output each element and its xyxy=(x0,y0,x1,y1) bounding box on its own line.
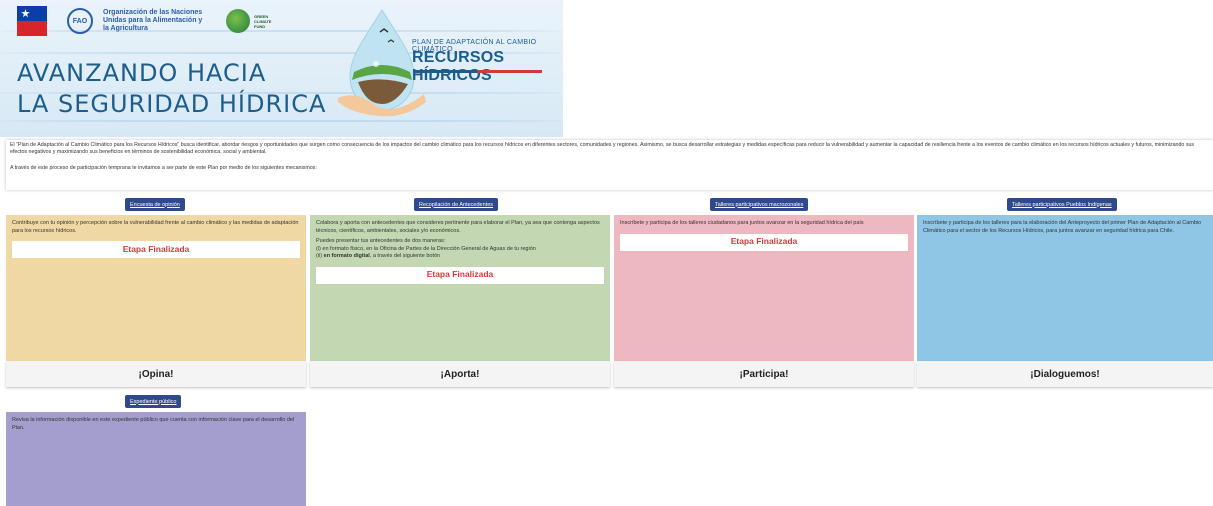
opina-footer[interactable]: ¡Opina! xyxy=(6,361,306,387)
dialoguemos-footer[interactable]: ¡Dialoguemos! xyxy=(917,361,1213,387)
logos-row: FAO Organización de las Naciones Unidas … xyxy=(17,6,274,36)
recopilacion-antecedentes-button[interactable]: Recopilación de Antecedentes xyxy=(414,198,498,211)
hero-title: AVANZANDO HACIA LA SEGURIDAD HÍDRICA xyxy=(17,58,326,120)
status-badge: Etapa Finalizada xyxy=(316,266,604,284)
gcf-text: GREEN CLIMATE FUND xyxy=(254,13,272,29)
participa-footer[interactable]: ¡Participa! xyxy=(614,361,914,387)
dialoguemos-card: Inscríbete y participa de los talleres p… xyxy=(917,215,1213,361)
decorative-wave xyxy=(0,120,563,122)
intro-section: El "Plan de Adaptación al Cambio Climáti… xyxy=(6,140,1213,190)
hero-title-line1: AVANZANDO HACIA xyxy=(17,59,267,87)
card-description: Revisa la información disponible en este… xyxy=(12,417,295,431)
fao-text: Organización de las Naciones Unidas para… xyxy=(103,9,203,32)
card-description: Puedes presentar tus antecedentes de dos… xyxy=(316,238,446,244)
talleres-pueblos-indigenas-button[interactable]: Talleres participativos Pueblos Indígena… xyxy=(1007,198,1117,211)
expediente-card: Revisa la información disponible en este… xyxy=(6,412,306,506)
card-description: Inscríbete y participa de los talleres c… xyxy=(620,220,864,226)
card-description: Contribuye con tu opinión y percepción s… xyxy=(12,220,299,234)
fao-logo: FAO xyxy=(67,8,93,34)
page: FAO Organización de las Naciones Unidas … xyxy=(0,0,1213,506)
intro-paragraph: El "Plan de Adaptación al Cambio Climáti… xyxy=(10,142,1195,156)
card-description-line: (i) en formato físico, en la Oficina de … xyxy=(316,245,536,252)
aporta-card: Colabora y aporta con antecedentes que c… xyxy=(310,215,610,361)
encuesta-de-opinion-button[interactable]: Encuesta de opinión xyxy=(125,198,185,211)
card-description: (i) en formato físico, en la Oficina de … xyxy=(316,246,604,261)
hero-title-line2: LA SEGURIDAD HÍDRICA xyxy=(17,90,327,118)
participa-card: Inscríbete y participa de los talleres c… xyxy=(614,215,914,361)
status-badge: Etapa Finalizada xyxy=(620,233,908,251)
talleres-macrozonales-button[interactable]: Talleres participativos macrozonales xyxy=(710,198,809,211)
expediente-publico-button[interactable]: Expediente público xyxy=(125,395,182,408)
status-badge: Etapa Finalizada xyxy=(12,241,300,258)
gobierno-de-chile-logo xyxy=(17,6,47,36)
card-description-bold: en formato digital xyxy=(323,253,370,259)
card-description-prefix: (ii) xyxy=(316,253,323,259)
plan-title: RECURSOS HÍDRICOS xyxy=(412,49,505,84)
green-climate-fund-logo xyxy=(226,9,250,33)
intro-paragraph: A través de este proceso de participació… xyxy=(10,165,317,172)
card-description: Inscríbete y participa de los talleres p… xyxy=(923,220,1202,234)
header-banner: FAO Organización de las Naciones Unidas … xyxy=(0,0,563,137)
plan-title-underline xyxy=(413,70,542,73)
opina-card: Contribuye con tu opinión y percepción s… xyxy=(6,215,306,361)
card-description-suffix: , a través del siguiente botón xyxy=(369,253,441,259)
aporta-footer[interactable]: ¡Aporta! xyxy=(310,361,610,387)
card-description: Colabora y aporta con antecedentes que c… xyxy=(316,220,600,234)
